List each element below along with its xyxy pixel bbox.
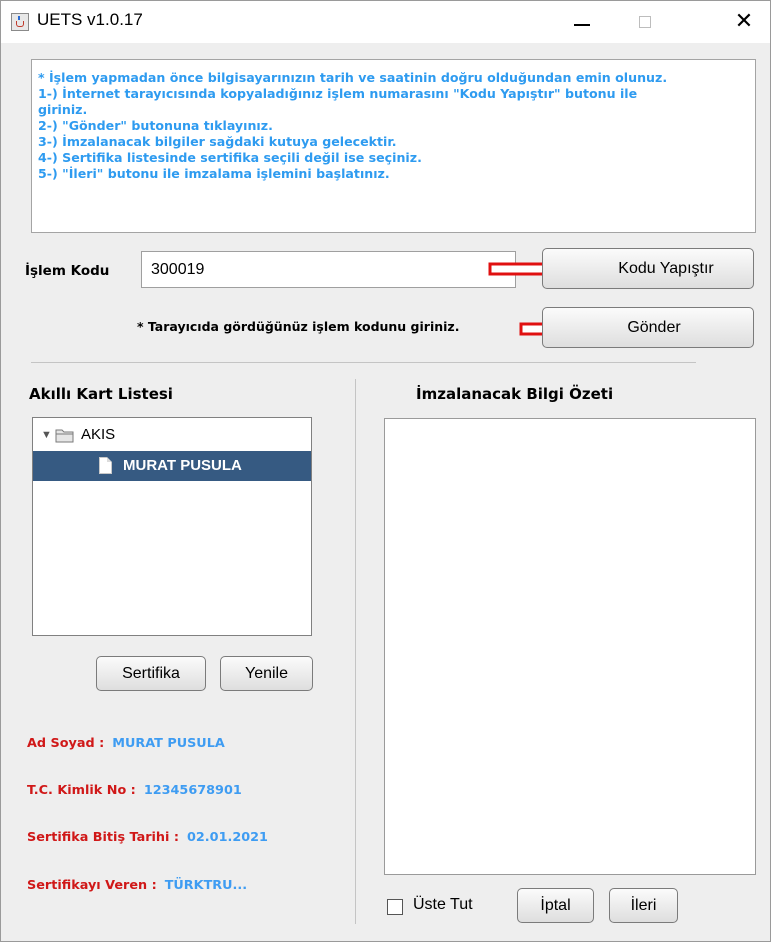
app-window: UETS v1.0.17 ✕ * İşlem yapmadan önce bil… bbox=[0, 0, 771, 942]
ad-soyad-row: Ad Soyad : MURAT PUSULA bbox=[27, 736, 225, 751]
instruction-line: 3-) İmzalanacak bilgiler sağdaki kutuya … bbox=[38, 134, 397, 149]
islem-kodu-label: İşlem Kodu bbox=[25, 263, 110, 279]
title-bar[interactable]: UETS v1.0.17 ✕ bbox=[1, 1, 770, 43]
uste-tut-label[interactable]: Üste Tut bbox=[413, 896, 473, 914]
minimize-icon bbox=[574, 24, 590, 26]
bitis-tarihi-row: Sertifika Bitiş Tarihi : 02.01.2021 bbox=[27, 830, 268, 845]
expand-triangle-icon[interactable]: ▼ bbox=[41, 429, 52, 441]
file-icon bbox=[99, 457, 112, 474]
iptal-button[interactable]: İptal bbox=[517, 888, 594, 923]
vertical-divider bbox=[355, 379, 356, 924]
minimize-button[interactable] bbox=[552, 1, 608, 43]
summary-textarea[interactable] bbox=[384, 418, 756, 875]
instruction-line: giriniz. bbox=[38, 102, 88, 117]
instruction-line: * İşlem yapmadan önce bilgisayarınızın t… bbox=[38, 70, 668, 85]
tc-kimlik-row: T.C. Kimlik No : 12345678901 bbox=[27, 783, 242, 798]
maximize-icon bbox=[639, 16, 651, 28]
instructions-box: * İşlem yapmadan önce bilgisayarınızın t… bbox=[31, 59, 756, 233]
window-title: UETS v1.0.17 bbox=[37, 10, 143, 29]
kodu-yapistir-button[interactable]: Kodu Yapıştır bbox=[542, 248, 754, 289]
tree-child-label: MURAT PUSULA bbox=[123, 457, 242, 474]
uste-tut-checkbox[interactable] bbox=[387, 899, 403, 915]
instruction-line: 4-) Sertifika listesinde sertifika seçil… bbox=[38, 150, 422, 165]
close-button[interactable]: ✕ bbox=[716, 1, 771, 43]
horizontal-divider bbox=[31, 362, 696, 363]
instruction-line: 5-) "İleri" butonu ile imzalama işlemini… bbox=[38, 166, 390, 181]
folder-icon bbox=[55, 429, 74, 443]
bitis-tarihi-value: 02.01.2021 bbox=[187, 830, 268, 845]
card-list-title: Akıllı Kart Listesi bbox=[29, 385, 173, 403]
tc-kimlik-label: T.C. Kimlik No : bbox=[27, 783, 136, 798]
bitis-tarihi-label: Sertifika Bitiş Tarihi : bbox=[27, 830, 179, 845]
sertifika-button[interactable]: Sertifika bbox=[96, 656, 206, 691]
tree-root-label: AKIS bbox=[81, 426, 116, 443]
sertifika-veren-label: Sertifikayı Veren : bbox=[27, 878, 157, 893]
card-tree[interactable]: ▼ AKIS MURAT PUSULA bbox=[32, 417, 312, 636]
gonder-button[interactable]: Gönder bbox=[542, 307, 754, 348]
yenile-button[interactable]: Yenile bbox=[220, 656, 313, 691]
islem-kodu-input[interactable]: 300019 bbox=[141, 251, 516, 288]
ad-soyad-value: MURAT PUSULA bbox=[112, 736, 225, 751]
maximize-button[interactable] bbox=[615, 1, 671, 43]
sertifika-veren-value: TÜRKTRU... bbox=[164, 878, 248, 893]
java-app-icon bbox=[11, 13, 29, 31]
instruction-line: 1-) İnternet tarayıcısında kopyaladığını… bbox=[38, 86, 638, 101]
instruction-line: 2-) "Gönder" butonuna tıklayınız. bbox=[38, 118, 273, 133]
tc-kimlik-value: 12345678901 bbox=[143, 783, 242, 798]
ad-soyad-label: Ad Soyad : bbox=[27, 736, 105, 751]
tree-node-selected[interactable]: MURAT PUSULA bbox=[33, 451, 311, 481]
hint-text: * Tarayıcıda gördüğünüz işlem kodunu gir… bbox=[137, 319, 460, 334]
close-icon: ✕ bbox=[734, 9, 754, 34]
summary-title: İmzalanacak Bilgi Özeti bbox=[416, 385, 614, 403]
sertifika-veren-row: Sertifikayı Veren : TÜRKTRU... bbox=[27, 878, 247, 893]
ileri-button[interactable]: İleri bbox=[609, 888, 678, 923]
